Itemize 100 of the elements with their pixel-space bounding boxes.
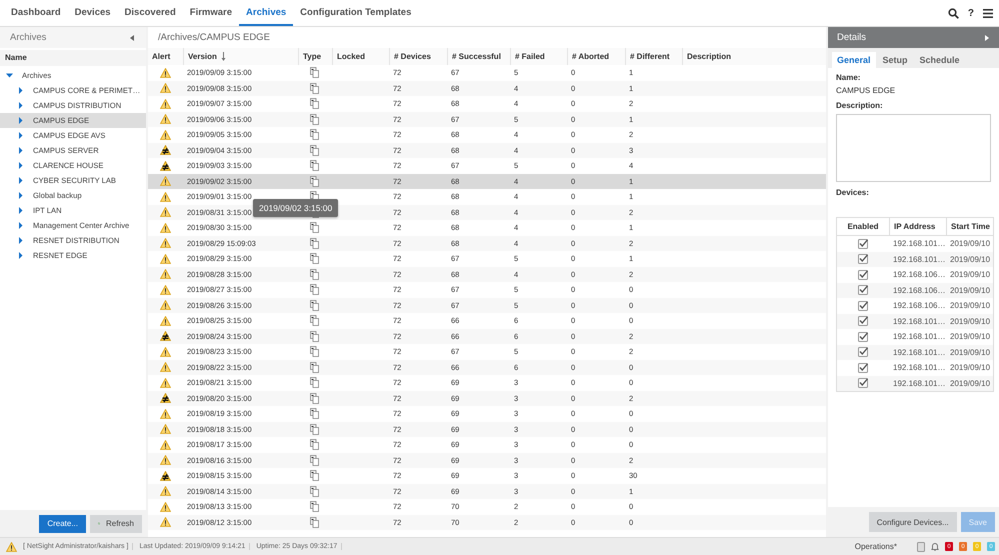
- column-header[interactable]: # Different: [625, 48, 682, 65]
- details-tab[interactable]: Schedule: [914, 52, 965, 68]
- document-copy-icon: [310, 501, 319, 512]
- warning-icon[interactable]: [6, 542, 17, 552]
- nav-tab[interactable]: Configuration Templates: [293, 0, 418, 26]
- table-cell-text: 192.168.101…: [892, 378, 946, 390]
- document-copy-icon: [310, 144, 319, 156]
- warning-icon: [160, 68, 171, 78]
- checkbox[interactable]: [858, 254, 868, 264]
- column-header[interactable]: Name: [0, 50, 146, 66]
- panel-title: Archives: [10, 32, 46, 43]
- caret-icon[interactable]: [17, 207, 24, 214]
- warning-icon: [160, 517, 171, 528]
- caret-icon[interactable]: [17, 237, 24, 244]
- warning-icon: [160, 98, 171, 109]
- table-cell-text: 2019/09/10: [949, 331, 992, 344]
- details-tab[interactable]: Setup: [878, 52, 913, 68]
- document-copy-icon: [310, 454, 319, 466]
- column-header[interactable]: # Failed: [510, 48, 567, 65]
- action-button[interactable]: Create...: [39, 514, 86, 532]
- description-field[interactable]: [836, 114, 991, 182]
- caret-icon[interactable]: [17, 117, 24, 124]
- checkbox[interactable]: [858, 238, 868, 249]
- document-copy-icon: [310, 67, 319, 78]
- column-header[interactable]: Locked: [332, 48, 389, 65]
- field-label: Description:: [836, 101, 884, 110]
- collapse-icon[interactable]: [130, 34, 134, 40]
- warning-icon: [160, 284, 171, 295]
- table-cell-text: 192.168.101…: [892, 331, 946, 344]
- bell-icon[interactable]: [931, 542, 939, 551]
- nav-tab[interactable]: Firmware: [182, 0, 240, 26]
- document-copy-icon: [310, 176, 319, 187]
- document-copy-icon: [310, 300, 319, 311]
- column-header[interactable]: Enabled: [837, 218, 889, 235]
- table-cell-text: 2019/09/10: [949, 254, 992, 266]
- operations-link[interactable]: Operations*: [854, 542, 897, 551]
- warning-icon: [160, 455, 171, 466]
- nav-tab[interactable]: Discovered: [118, 0, 183, 26]
- table-cell-text: 192.168.101…: [892, 316, 946, 328]
- warning-icon: [160, 207, 171, 218]
- document-copy-icon: [310, 268, 319, 280]
- nav-tab[interactable]: Dashboard: [4, 0, 68, 26]
- checkbox[interactable]: [858, 316, 868, 326]
- action-button[interactable]: Configure Devices...: [868, 512, 957, 532]
- warning-icon: [160, 114, 171, 124]
- caret-icon[interactable]: [17, 252, 24, 259]
- checkbox[interactable]: [858, 332, 868, 342]
- column-header[interactable]: Type: [298, 48, 332, 65]
- details-title: Details: [837, 32, 866, 43]
- checkbox[interactable]: [858, 270, 868, 280]
- table-cell-text: 2019/09/10: [949, 269, 992, 282]
- document-copy-icon: [310, 362, 319, 373]
- column-header[interactable]: Description: [682, 48, 826, 65]
- table-cell-text: 192.168.101…: [892, 362, 946, 374]
- menu-icon[interactable]: [983, 8, 993, 18]
- document-copy-icon: [310, 392, 319, 404]
- caret-icon[interactable]: [17, 177, 24, 184]
- column-header[interactable]: IP Address: [889, 218, 946, 235]
- column-header[interactable]: # Aborted: [567, 48, 625, 65]
- checkbox[interactable]: [858, 300, 868, 311]
- checkbox[interactable]: [858, 285, 868, 296]
- table-cell-text: 2019/09/10: [949, 362, 992, 374]
- not-equal-warning-icon: [160, 331, 171, 342]
- document-copy-icon: [310, 284, 319, 296]
- details-tab[interactable]: General: [832, 52, 876, 68]
- document-copy-icon: [310, 82, 319, 94]
- search-icon[interactable]: [948, 8, 959, 18]
- warning-icon: [160, 269, 171, 280]
- column-header[interactable]: Alert: [148, 48, 183, 65]
- caret-icon[interactable]: [17, 132, 24, 139]
- help-button[interactable]: ?: [968, 8, 974, 18]
- warning-icon: [160, 222, 171, 233]
- document-copy-icon: [310, 346, 319, 358]
- checkbox[interactable]: [858, 347, 868, 358]
- checkbox[interactable]: [858, 362, 868, 373]
- document-copy-icon: [310, 516, 319, 528]
- not-equal-warning-icon: [160, 160, 171, 171]
- not-equal-warning-icon: [160, 470, 171, 481]
- field-label: Devices:: [836, 188, 870, 197]
- table-cell-text: 2019/09/10: [949, 346, 992, 359]
- caret-icon[interactable]: [17, 147, 24, 154]
- document-copy-icon: [310, 253, 319, 264]
- warning-icon: [160, 316, 171, 326]
- tooltip: 2019/09/02 3:15:00: [253, 199, 338, 217]
- column-header[interactable]: # Devices: [389, 48, 447, 65]
- column-header[interactable]: Start Time: [946, 218, 993, 235]
- caret-icon[interactable]: [17, 162, 24, 169]
- warning-icon: [160, 83, 171, 94]
- caret-icon[interactable]: [17, 87, 24, 94]
- column-header[interactable]: Version: [183, 48, 298, 65]
- expand-icon[interactable]: [985, 34, 989, 40]
- checkbox[interactable]: [858, 378, 868, 388]
- action-button[interactable]: Refresh: [90, 514, 142, 532]
- column-header[interactable]: # Successful: [447, 48, 510, 65]
- caret-icon[interactable]: [17, 102, 24, 109]
- warning-icon: [160, 486, 171, 496]
- caret-icon[interactable]: [17, 222, 24, 229]
- caret-icon[interactable]: [17, 192, 24, 199]
- nav-tab[interactable]: Devices: [68, 0, 118, 26]
- caret-icon[interactable]: [6, 72, 13, 79]
